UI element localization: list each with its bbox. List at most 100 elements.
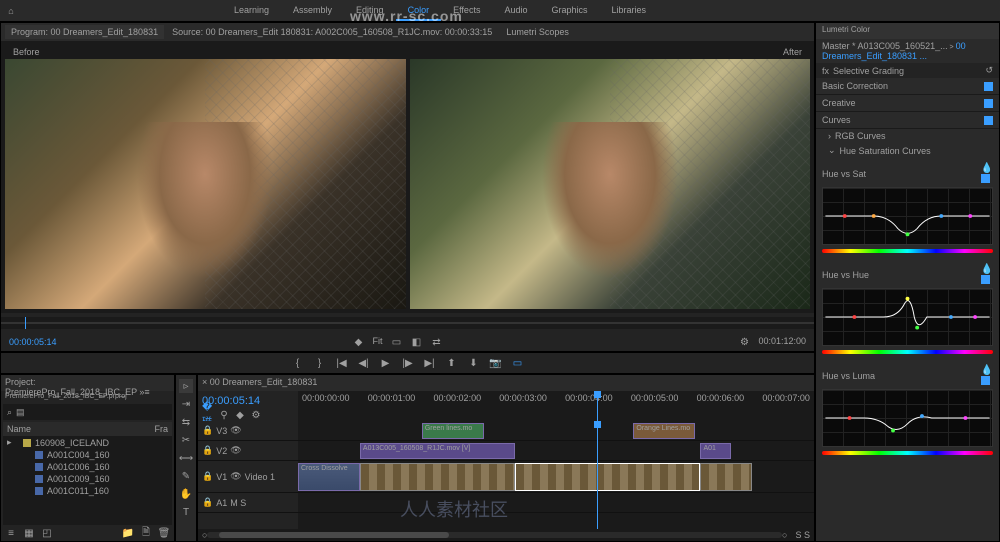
subsection-rgb[interactable]: ›RGB Curves bbox=[816, 129, 999, 143]
checkbox-icon[interactable] bbox=[984, 82, 993, 91]
timeline-timecode[interactable]: 00:00:05:14 bbox=[202, 395, 294, 407]
clip-dissolve[interactable]: Cross Dissolve bbox=[298, 463, 360, 491]
ws-tab-audio[interactable]: Audio bbox=[492, 1, 539, 21]
fit-dropdown[interactable]: Fit bbox=[373, 336, 383, 348]
timeline-ruler[interactable]: 00:00:00:0000:00:01:0000:00:02:0000:00:0… bbox=[298, 391, 814, 421]
marker-icon[interactable]: ◆ bbox=[353, 336, 365, 348]
hue-slider[interactable] bbox=[822, 249, 993, 253]
settings-icon[interactable]: ⚙ bbox=[738, 336, 750, 348]
settings-icon[interactable]: ⚙ bbox=[250, 409, 262, 421]
home-icon[interactable]: ⌂ bbox=[0, 0, 22, 22]
lift-icon[interactable]: ⬆ bbox=[446, 357, 458, 369]
checkbox-icon[interactable] bbox=[984, 116, 993, 125]
razor-tool[interactable]: ✂ bbox=[179, 433, 193, 447]
lumetri-tab[interactable]: Lumetri Color bbox=[816, 23, 999, 39]
track-header-a1[interactable]: 🔒A1M S bbox=[198, 493, 298, 513]
compare-icon[interactable]: ▭ bbox=[391, 336, 403, 348]
effect-name[interactable]: Selective Grading bbox=[833, 66, 904, 76]
timeline-tracks[interactable]: Green lines.mo Orange Lines.mo A013C005_… bbox=[298, 421, 814, 529]
timeline-zoom-scroll[interactable]: ○○ S S bbox=[198, 529, 814, 541]
step-fwd-icon[interactable]: |▶ bbox=[402, 357, 414, 369]
hue-slider[interactable] bbox=[822, 451, 993, 455]
track-header-v1[interactable]: 🔒V1👁Video 1 bbox=[198, 461, 298, 493]
source-tab[interactable]: Source: 00 Dreamers_Edit 180831: A002C00… bbox=[166, 25, 498, 39]
track-select-tool[interactable]: ⇥ bbox=[179, 397, 193, 411]
reset-icon[interactable]: ↺ bbox=[985, 65, 993, 76]
extract-icon[interactable]: ⬇ bbox=[468, 357, 480, 369]
checkbox-icon[interactable] bbox=[984, 99, 993, 108]
preview-before[interactable] bbox=[5, 59, 406, 309]
marker-add-icon[interactable]: ◆ bbox=[234, 409, 246, 421]
clip-item[interactable]: A001C009_160 bbox=[3, 473, 172, 485]
clip-item[interactable]: A001C006_160 bbox=[3, 461, 172, 473]
ws-tab-libraries[interactable]: Libraries bbox=[600, 1, 659, 21]
checkbox-icon[interactable] bbox=[981, 275, 990, 284]
clip-green[interactable]: Green lines.mo bbox=[422, 423, 484, 439]
freeform-icon[interactable]: ◰ bbox=[41, 527, 53, 539]
fr-column[interactable]: Fra bbox=[155, 424, 169, 434]
program-scrubber[interactable] bbox=[1, 317, 814, 329]
name-column[interactable]: Name bbox=[7, 424, 31, 434]
slip-tool[interactable]: ⟷ bbox=[179, 451, 193, 465]
clip-a01[interactable]: A01 bbox=[700, 443, 731, 459]
ws-tab-graphics[interactable]: Graphics bbox=[539, 1, 599, 21]
scopes-tab[interactable]: Lumetri Scopes bbox=[500, 25, 575, 39]
type-tool[interactable]: T bbox=[179, 505, 193, 519]
fx-badge[interactable]: fx bbox=[822, 66, 829, 76]
step-back-icon[interactable]: ◀| bbox=[358, 357, 370, 369]
bin-item[interactable]: ▸160908_ICELAND bbox=[3, 436, 172, 449]
preview-after[interactable] bbox=[410, 59, 811, 309]
playhead-line[interactable] bbox=[597, 421, 598, 529]
subsection-hsc[interactable]: ⌄Hue Saturation Curves bbox=[816, 143, 999, 158]
master-clip[interactable]: Master * A013C005_160521_... bbox=[822, 41, 948, 51]
program-tab[interactable]: Program: 00 Dreamers_Edit_180831 bbox=[5, 25, 164, 39]
clip-main[interactable]: A013C005_160508_R1JC.mov [V] bbox=[360, 443, 515, 459]
hue-slider[interactable] bbox=[822, 350, 993, 354]
hue-vs-luma-curve[interactable] bbox=[822, 389, 993, 447]
hue-vs-hue-curve[interactable] bbox=[822, 288, 993, 346]
play-icon[interactable]: ▶ bbox=[380, 357, 392, 369]
hand-tool[interactable]: ✋ bbox=[179, 487, 193, 501]
track-header-v2[interactable]: 🔒V2👁 bbox=[198, 441, 298, 461]
track-header-v3[interactable]: 🔒V3👁 bbox=[198, 421, 298, 441]
hue-vs-sat-curve[interactable] bbox=[822, 187, 993, 245]
clip-video-selected[interactable] bbox=[515, 463, 701, 491]
ws-tab-assembly[interactable]: Assembly bbox=[281, 1, 344, 21]
swap-icon[interactable]: ⇄ bbox=[431, 336, 443, 348]
search-icon[interactable]: ⌕ bbox=[7, 407, 12, 418]
eyedropper-icon[interactable]: 💧 bbox=[981, 162, 993, 174]
go-out-icon[interactable]: ▶| bbox=[424, 357, 436, 369]
program-tc-in[interactable]: 00:00:05:14 bbox=[9, 337, 57, 347]
checkbox-icon[interactable] bbox=[981, 174, 990, 183]
pen-tool[interactable]: ✎ bbox=[179, 469, 193, 483]
go-in-icon[interactable]: |◀ bbox=[336, 357, 348, 369]
section-creative[interactable]: Creative bbox=[816, 95, 999, 112]
delete-icon[interactable]: 🗑 bbox=[158, 527, 170, 539]
playhead[interactable] bbox=[597, 391, 598, 421]
ripple-tool[interactable]: ⇆ bbox=[179, 415, 193, 429]
eyedropper-icon[interactable]: 💧 bbox=[981, 364, 993, 376]
clip-item[interactable]: A001C004_160 bbox=[3, 449, 172, 461]
filter-icon[interactable]: ▤ bbox=[16, 407, 25, 418]
ws-tab-learning[interactable]: Learning bbox=[222, 1, 281, 21]
sequence-tab[interactable]: × 00 Dreamers_Edit_180831 bbox=[202, 377, 317, 387]
new-item-icon[interactable]: 🗎 bbox=[140, 527, 152, 539]
compare-view-icon[interactable]: ▭ bbox=[512, 357, 524, 369]
clip-item[interactable]: A001C011_160 bbox=[3, 485, 172, 497]
clip-video[interactable] bbox=[700, 463, 752, 491]
link-icon[interactable]: ⚲ bbox=[218, 409, 230, 421]
split-icon[interactable]: ◧ bbox=[411, 336, 423, 348]
list-view-icon[interactable]: ≡ bbox=[5, 527, 17, 539]
clip-orange[interactable]: Orange Lines.mo bbox=[633, 423, 695, 439]
clip-video[interactable] bbox=[360, 463, 515, 491]
section-curves[interactable]: Curves bbox=[816, 112, 999, 129]
checkbox-icon[interactable] bbox=[981, 376, 990, 385]
section-basic[interactable]: Basic Correction bbox=[816, 78, 999, 95]
mark-out-icon[interactable]: } bbox=[314, 357, 326, 369]
export-frame-icon[interactable]: 📷 bbox=[490, 357, 502, 369]
new-bin-icon[interactable]: 📁 bbox=[122, 527, 134, 539]
eyedropper-icon[interactable]: 💧 bbox=[981, 263, 993, 275]
icon-view-icon[interactable]: ▦ bbox=[23, 527, 35, 539]
mark-in-icon[interactable]: { bbox=[292, 357, 304, 369]
snap-icon[interactable]: �磁 bbox=[202, 409, 214, 421]
